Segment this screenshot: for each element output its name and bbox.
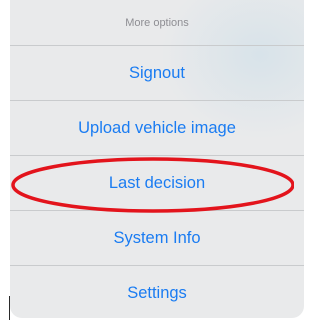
settings-button[interactable]: Settings	[10, 266, 304, 318]
upload-vehicle-image-button[interactable]: Upload vehicle image	[10, 101, 304, 156]
signout-button[interactable]: Signout	[10, 46, 304, 101]
action-sheet: More options Signout Upload vehicle imag…	[10, 0, 304, 318]
system-info-button[interactable]: System Info	[10, 211, 304, 266]
screen-edge	[0, 0, 10, 320]
last-decision-button[interactable]: Last decision	[10, 156, 304, 211]
action-sheet-title: More options	[10, 0, 304, 46]
